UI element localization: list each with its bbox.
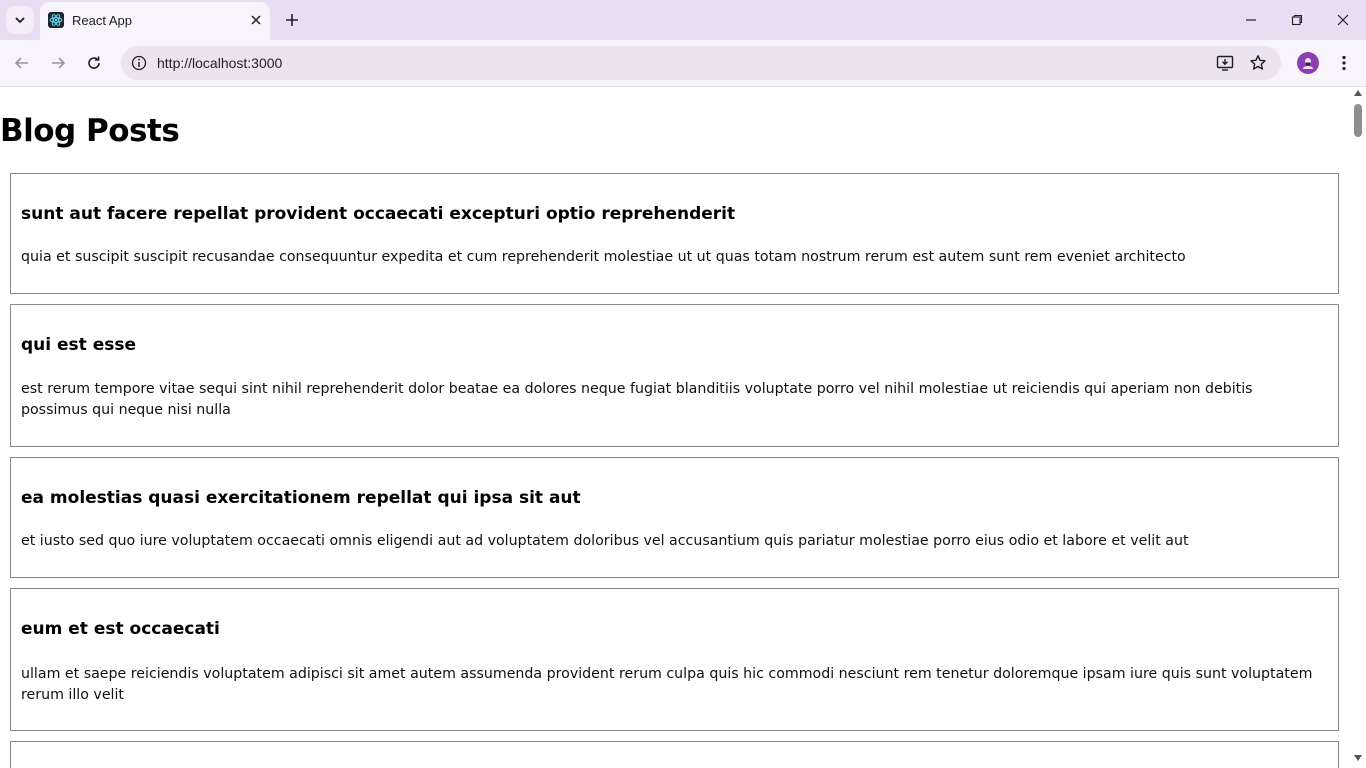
page-title: Blog Posts [0, 113, 180, 149]
scroll-down-arrow-icon[interactable] [1354, 755, 1362, 761]
kebab-menu-icon [1342, 55, 1346, 71]
arrow-right-icon [52, 57, 66, 69]
post-card [10, 741, 1339, 768]
reload-button[interactable] [80, 49, 108, 77]
forward-button[interactable] [44, 49, 72, 77]
address-bar[interactable] [121, 46, 1281, 80]
browser-menu-button[interactable] [1332, 51, 1356, 75]
new-tab-button[interactable] [280, 8, 304, 32]
restore-icon [1291, 14, 1303, 26]
bookmark-button[interactable] [1248, 53, 1268, 73]
react-logo-icon [48, 12, 64, 28]
info-icon [131, 55, 147, 71]
restore-button[interactable] [1283, 6, 1311, 34]
post-title: sunt aut facere repellat provident occae… [21, 204, 736, 224]
reload-icon [88, 56, 100, 69]
post-title: eum et est occaecati [21, 619, 220, 639]
minimize-icon [1246, 19, 1256, 21]
post-body: est rerum tempore vitae sequi sint nihil… [21, 381, 1253, 418]
tab-close-button[interactable] [248, 12, 264, 28]
tab-strip: React App [0, 0, 1366, 40]
close-icon [1337, 14, 1349, 26]
post-title: qui est esse [21, 335, 137, 355]
tab-title: React App [72, 13, 132, 28]
scroll-up-arrow-icon[interactable] [1354, 90, 1362, 96]
avatar-icon [1303, 58, 1313, 69]
active-tab[interactable]: React App [40, 2, 270, 40]
back-button[interactable] [8, 49, 36, 77]
star-icon [1250, 55, 1266, 70]
post-card: ea molestias quasi exercitationem repell… [10, 457, 1339, 578]
minimize-button[interactable] [1237, 6, 1265, 34]
post-card: sunt aut facere repellat provident occae… [10, 173, 1339, 294]
close-icon [251, 15, 261, 25]
scroll-thumb[interactable] [1354, 104, 1362, 137]
post-body: quia et suscipit suscipit recusandae con… [21, 249, 1186, 265]
profile-button[interactable] [1297, 52, 1319, 74]
post-title: ea molestias quasi exercitationem repell… [21, 488, 581, 508]
url-input[interactable] [157, 55, 1057, 71]
page-scrollbar[interactable] [1350, 87, 1366, 768]
browser-toolbar [0, 40, 1366, 87]
post-body: et iusto sed quo iure voluptatem occaeca… [21, 533, 1189, 549]
post-card: eum et est occaecati ullam et saepe reic… [10, 588, 1339, 731]
install-icon [1216, 55, 1234, 71]
post-card: qui est esse est rerum tempore vitae seq… [10, 304, 1339, 447]
install-app-button[interactable] [1215, 53, 1235, 73]
plus-icon [286, 14, 298, 26]
arrow-left-icon [14, 57, 28, 69]
post-body: ullam et saepe reiciendis voluptatem adi… [21, 666, 1313, 703]
tab-search-button[interactable] [6, 6, 34, 34]
chevron-down-icon [15, 17, 25, 24]
site-info-button[interactable] [129, 53, 149, 73]
close-window-button[interactable] [1329, 6, 1357, 34]
page-viewport: Blog Posts sunt aut facere repellat prov… [0, 87, 1350, 768]
